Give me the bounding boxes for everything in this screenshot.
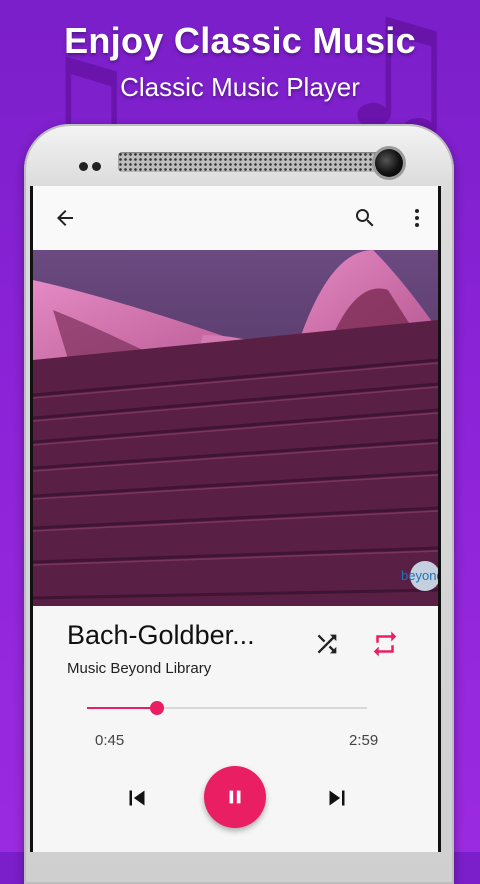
toolbar: [33, 186, 438, 250]
search-button[interactable]: [349, 202, 381, 234]
pause-icon: [229, 790, 241, 804]
seek-bar-progress: [87, 707, 157, 709]
album-watermark: beyond: [401, 568, 438, 583]
sensor-dots: [79, 162, 101, 171]
seek-bar-thumb[interactable]: [150, 701, 164, 715]
track-artist: Music Beyond Library: [67, 660, 212, 677]
shuffle-button[interactable]: [309, 626, 345, 662]
shuffle-icon: [317, 634, 337, 654]
repeat-icon: [373, 631, 397, 657]
album-art: beyond: [33, 250, 438, 606]
promo-subheadline: Classic Music Player: [120, 72, 360, 102]
previous-button[interactable]: [119, 780, 155, 816]
skip-previous-icon: [129, 790, 145, 806]
back-button[interactable]: [49, 202, 81, 234]
seek-bar[interactable]: [87, 701, 367, 715]
track-title: Bach-Goldber...: [67, 620, 255, 650]
total-duration: 2:59: [349, 732, 379, 749]
album-art-image: beyond: [33, 250, 438, 606]
repeat-button[interactable]: [367, 626, 403, 662]
skip-next-icon: [329, 790, 345, 806]
more-vert-icon: [415, 209, 419, 227]
elapsed-time: 0:45: [95, 732, 125, 749]
more-options-button[interactable]: [401, 202, 433, 234]
player-screen: beyond Bach-Goldber... Music Beyond Libr…: [30, 186, 441, 852]
search-icon: [356, 209, 374, 227]
arrow-back-icon: [57, 210, 73, 226]
player-controls: Bach-Goldber... Music Beyond Library 0:4…: [33, 606, 438, 852]
earpiece-speaker: [118, 152, 386, 172]
phone-top-bezel: [24, 124, 454, 186]
next-button[interactable]: [319, 780, 355, 816]
promo-headline: Enjoy Classic Music: [64, 20, 416, 61]
pause-button[interactable]: [204, 766, 266, 828]
front-camera: [375, 149, 403, 177]
